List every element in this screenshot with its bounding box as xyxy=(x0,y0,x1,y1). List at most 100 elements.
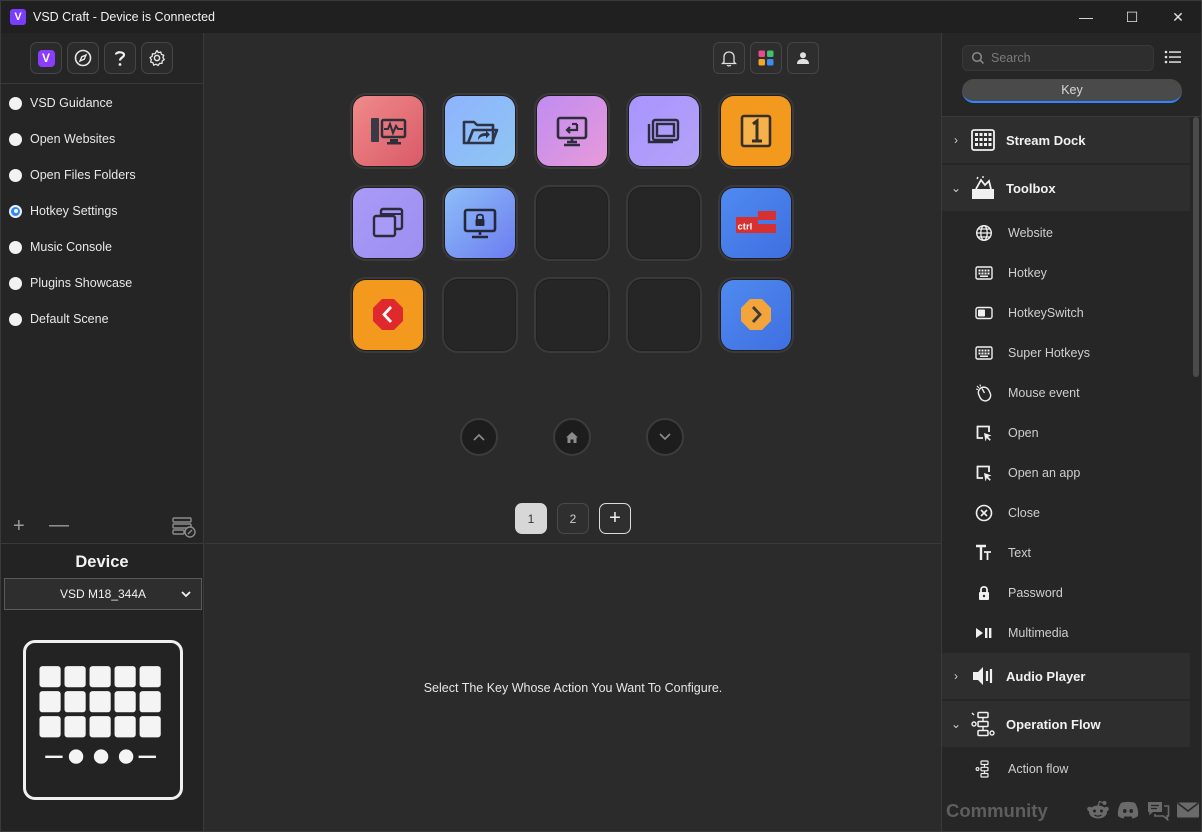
brand-logo-icon: V xyxy=(37,49,55,67)
page-tab-2[interactable]: 2 xyxy=(557,503,589,534)
profile-item-plugins-showcase[interactable]: Plugins Showcase xyxy=(1,265,203,301)
list-view-icon[interactable] xyxy=(1164,49,1182,65)
profile-manager-icon[interactable] xyxy=(172,516,196,538)
key-window-switch[interactable] xyxy=(626,93,702,169)
help-button[interactable] xyxy=(104,42,136,74)
category-label: Operation Flow xyxy=(1006,716,1101,732)
key-system-monitor[interactable] xyxy=(350,93,426,169)
add-page-button[interactable]: + xyxy=(599,503,631,534)
action-mouse-event[interactable]: Mouse event xyxy=(942,373,1190,413)
chevron-down-icon xyxy=(181,591,191,598)
chevron-up-icon xyxy=(473,433,485,441)
action-hotkey[interactable]: Hotkey xyxy=(942,253,1190,293)
action-close[interactable]: Close xyxy=(942,493,1190,533)
action-website[interactable]: Website xyxy=(942,213,1190,253)
key-number-one[interactable] xyxy=(718,93,794,169)
toolbox-icon xyxy=(972,176,994,199)
notifications-button[interactable] xyxy=(713,42,745,74)
profile-item-open-files-folders[interactable]: Open Files Folders xyxy=(1,157,203,193)
profile-label: Hotkey Settings xyxy=(30,204,118,218)
maximize-button[interactable]: ☐ xyxy=(1109,1,1155,33)
action-label: Mouse event xyxy=(1008,386,1080,400)
action-multimedia[interactable]: Multimedia xyxy=(942,613,1190,653)
key-empty[interactable] xyxy=(534,277,610,353)
device-preview-image xyxy=(23,640,183,800)
radio-icon xyxy=(9,168,22,182)
minimize-button[interactable]: — xyxy=(1063,1,1109,33)
brand-button[interactable]: V xyxy=(30,42,62,74)
category-stream-dock[interactable]: › Stream Dock xyxy=(942,117,1190,165)
compass-icon xyxy=(74,49,92,67)
key-empty[interactable] xyxy=(626,185,702,261)
key-empty[interactable] xyxy=(534,185,610,261)
profile-item-open-websites[interactable]: Open Websites xyxy=(1,121,203,157)
action-action-flow[interactable]: Action flow xyxy=(942,749,1190,781)
discord-icon[interactable] xyxy=(1116,799,1140,821)
discover-button[interactable] xyxy=(67,42,99,74)
close-window-button[interactable]: ✕ xyxy=(1155,1,1201,33)
device-select[interactable]: VSD M18_344A xyxy=(4,578,202,610)
key-ctrl-hotkey[interactable]: ctrl xyxy=(718,185,794,261)
settings-button[interactable] xyxy=(141,42,173,74)
chevron-down-icon: ⌄ xyxy=(950,181,962,195)
profile-item-vsd-guidance[interactable]: VSD Guidance xyxy=(1,85,203,121)
action-label: Open an app xyxy=(1008,466,1081,480)
reddit-icon[interactable] xyxy=(1086,799,1110,821)
profile-label: Open Websites xyxy=(30,132,116,146)
key-open-folder[interactable] xyxy=(442,93,518,169)
chevron-right-icon: › xyxy=(954,133,958,147)
category-operation-flow[interactable]: ⌄ Operation Flow xyxy=(942,701,1190,749)
key-lock-screen[interactable] xyxy=(442,185,518,261)
page-down-button[interactable] xyxy=(646,418,684,456)
plugin-store-icon xyxy=(758,50,774,66)
community-label: Community xyxy=(946,800,1048,821)
key-next-page[interactable] xyxy=(718,277,794,353)
copy-windows-icon xyxy=(372,207,404,238)
tab-key[interactable]: Key xyxy=(962,79,1182,103)
action-label: Super Hotkeys xyxy=(1008,346,1090,360)
home-button[interactable] xyxy=(553,418,591,456)
device-panel: Device VSD M18_344A xyxy=(1,543,203,831)
action-list-scrollbar[interactable] xyxy=(1193,117,1199,377)
action-label: Close xyxy=(1008,506,1040,520)
search-input[interactable] xyxy=(991,51,1141,65)
plugin-store-button[interactable] xyxy=(750,42,782,74)
action-text[interactable]: Text xyxy=(942,533,1190,573)
category-audio-player[interactable]: › Audio Player xyxy=(942,653,1190,701)
device-select-value: VSD M18_344A xyxy=(59,587,147,601)
forum-chat-icon[interactable] xyxy=(1146,799,1170,821)
action-hotkey-switch[interactable]: HotkeySwitch xyxy=(942,293,1190,333)
action-list: › Stream Dock ⌄ Toolbox Website Hotkey H… xyxy=(942,117,1190,781)
add-profile-button[interactable]: + xyxy=(13,515,25,538)
action-super-hotkeys[interactable]: Super Hotkeys xyxy=(942,333,1190,373)
key-empty[interactable] xyxy=(442,277,518,353)
key-restore-display[interactable] xyxy=(534,93,610,169)
action-open[interactable]: Open xyxy=(942,413,1190,453)
page-tab-1[interactable]: 1 xyxy=(515,503,547,534)
category-toolbox[interactable]: ⌄ Toolbox xyxy=(942,165,1190,213)
profile-item-default-scene[interactable]: Default Scene xyxy=(1,301,203,337)
sidebar-toolbar: V xyxy=(30,42,173,74)
page-up-button[interactable] xyxy=(460,418,498,456)
account-button[interactable] xyxy=(787,42,819,74)
key-previous-page[interactable] xyxy=(350,277,426,353)
action-password[interactable]: Password xyxy=(942,573,1190,613)
left-sidebar: V VSD Guidance Open Websites Open Files … xyxy=(1,33,204,831)
mail-icon[interactable] xyxy=(1176,799,1200,821)
profile-item-music-console[interactable]: Music Console xyxy=(1,229,203,265)
action-label: Hotkey xyxy=(1008,266,1047,280)
device-title: Device xyxy=(75,553,129,571)
profile-item-hotkey-settings[interactable]: Hotkey Settings xyxy=(1,193,203,229)
keyboard-grid-icon xyxy=(971,129,995,151)
title-bar: V VSD Craft - Device is Connected — ☐ ✕ xyxy=(1,1,1201,33)
profile-list: VSD Guidance Open Websites Open Files Fo… xyxy=(1,85,203,337)
action-label: Website xyxy=(1008,226,1053,240)
remove-profile-button[interactable]: — xyxy=(49,514,69,537)
action-open-an-app[interactable]: Open an app xyxy=(942,453,1190,493)
key-empty[interactable] xyxy=(626,277,702,353)
folder-share-icon xyxy=(462,120,499,145)
monitor-lock-icon xyxy=(463,208,497,239)
action-panel: Key › Stream Dock ⌄ Toolbox Website Hotk… xyxy=(941,33,1201,831)
page-tabs: 1 2 + xyxy=(515,503,631,534)
key-copy[interactable] xyxy=(350,185,426,261)
